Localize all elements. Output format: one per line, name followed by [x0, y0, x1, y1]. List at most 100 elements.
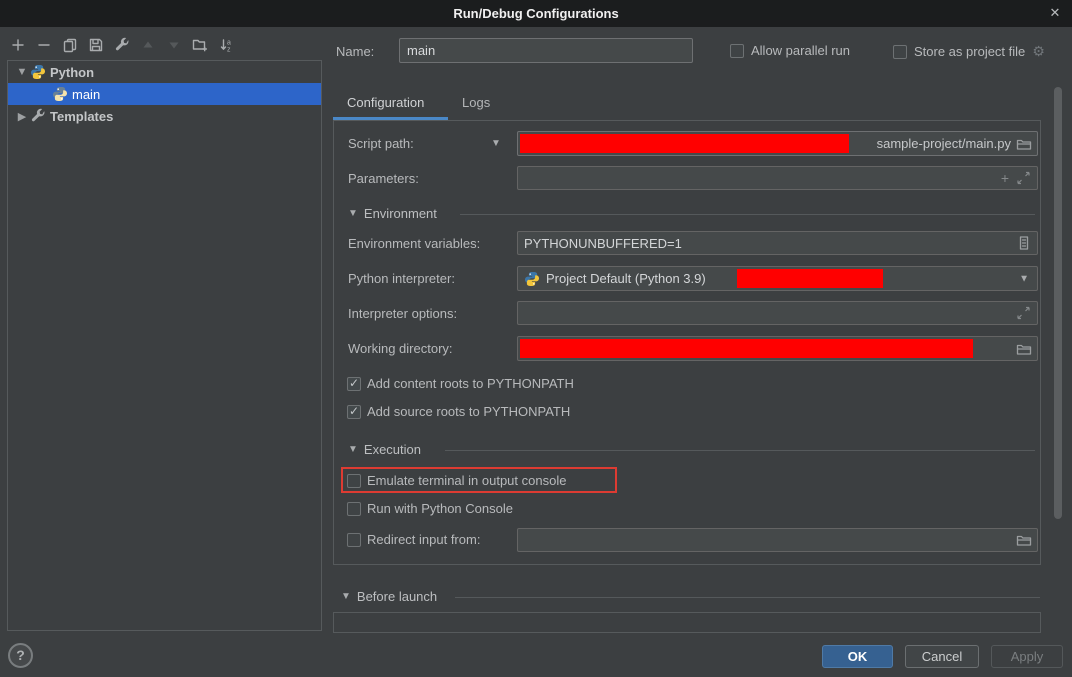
tree-item-main-configuration[interactable]: main — [8, 83, 321, 105]
checkbox-icon[interactable] — [347, 474, 361, 488]
run-with-python-console-label: Run with Python Console — [367, 501, 513, 516]
store-as-project-file-label: Store as project file — [914, 44, 1025, 59]
environment-section-label: Environment — [364, 206, 437, 221]
interpreter-options-input[interactable] — [524, 306, 1031, 321]
redirect-input-field[interactable] — [517, 528, 1038, 552]
before-launch-task-list[interactable] — [333, 612, 1041, 633]
add-content-roots-checkbox[interactable]: Add content roots to PYTHONPATH — [347, 376, 574, 391]
title-bar: Run/Debug Configurations ✕ — [0, 0, 1072, 27]
copy-icon[interactable] — [62, 37, 78, 53]
collapse-triangle-icon[interactable]: ▼ — [348, 444, 358, 455]
collapse-triangle-icon[interactable]: ▼ — [341, 591, 351, 602]
tree-item-label: Templates — [50, 109, 113, 124]
store-as-project-file-checkbox[interactable]: Store as project file ⚙ — [893, 43, 1045, 60]
chevron-down-icon[interactable]: ▼ — [14, 66, 30, 78]
execution-section-label: Execution — [364, 442, 421, 457]
collapse-triangle-icon[interactable]: ▼ — [348, 208, 358, 219]
redaction-box — [520, 134, 849, 153]
python-icon — [30, 64, 46, 80]
section-divider — [455, 597, 1040, 598]
edit-templates-icon[interactable] — [114, 37, 130, 53]
parameters-label: Parameters: — [348, 171, 419, 186]
tree-item-label: main — [72, 87, 100, 102]
redaction-box — [520, 339, 973, 358]
browse-variables-icon[interactable] — [1016, 236, 1031, 251]
python-icon — [52, 86, 68, 102]
python-interpreter-label: Python interpreter: — [348, 271, 455, 286]
vertical-scrollbar-thumb[interactable] — [1054, 87, 1062, 519]
script-path-label: Script path: — [348, 136, 414, 151]
redirect-input-label: Redirect input from: — [367, 532, 480, 547]
chevron-right-icon[interactable]: ▶ — [14, 110, 30, 123]
sort-configurations-icon[interactable]: az — [218, 37, 234, 53]
remove-icon[interactable] — [36, 37, 52, 53]
run-with-python-console-checkbox[interactable]: Run with Python Console — [347, 501, 513, 516]
interpreter-options-label: Interpreter options: — [348, 306, 457, 321]
redirect-input-checkbox[interactable]: Redirect input from: — [347, 532, 480, 547]
add-source-roots-checkbox[interactable]: Add source roots to PYTHONPATH — [347, 404, 570, 419]
tree-item-templates-group[interactable]: ▶ Templates — [8, 105, 321, 127]
working-directory-field[interactable] — [517, 336, 1038, 361]
emulate-terminal-checkbox[interactable]: Emulate terminal in output console — [347, 473, 566, 488]
configurations-toolbar: az — [10, 37, 234, 53]
checkbox-icon[interactable] — [347, 502, 361, 516]
combobox-arrow-icon[interactable]: ▼ — [1019, 273, 1029, 284]
script-path-value: sample-project/main.py — [877, 136, 1011, 151]
tree-item-label: Python — [50, 65, 94, 80]
emulate-terminal-label: Emulate terminal in output console — [367, 473, 566, 488]
execution-section-header[interactable]: ▼ Execution — [348, 442, 421, 457]
allow-parallel-run-label: Allow parallel run — [751, 43, 850, 58]
save-icon[interactable] — [88, 37, 104, 53]
interpreter-options-field[interactable] — [517, 301, 1038, 325]
name-label: Name: — [336, 44, 374, 59]
expand-field-icon[interactable] — [1016, 306, 1031, 321]
environment-section-header[interactable]: ▼ Environment — [348, 206, 437, 221]
dialog-title: Run/Debug Configurations — [453, 6, 618, 21]
python-icon — [524, 271, 540, 287]
cancel-button[interactable]: Cancel — [905, 645, 979, 668]
move-down-icon — [166, 37, 182, 53]
checkbox-icon[interactable] — [893, 45, 907, 59]
script-path-field[interactable]: sample-project/main.py — [517, 131, 1038, 156]
python-interpreter-combobox[interactable]: Project Default (Python 3.9) ▼ — [517, 266, 1038, 291]
browse-folder-icon[interactable] — [1016, 342, 1032, 356]
name-input[interactable] — [399, 38, 693, 63]
parameters-field[interactable]: + — [517, 166, 1038, 190]
apply-button: Apply — [991, 645, 1063, 668]
allow-parallel-run-checkbox[interactable]: Allow parallel run — [730, 43, 850, 58]
expand-field-icon[interactable] — [1016, 171, 1031, 186]
close-icon[interactable]: ✕ — [1046, 4, 1064, 22]
browse-folder-icon[interactable] — [1016, 533, 1032, 547]
gear-icon[interactable]: ⚙ — [1032, 43, 1045, 60]
before-launch-section-label: Before launch — [357, 589, 437, 604]
redirect-input-path-input[interactable] — [524, 533, 1031, 548]
python-interpreter-value: Project Default (Python 3.9) — [546, 271, 706, 286]
add-source-roots-label: Add source roots to PYTHONPATH — [367, 404, 570, 419]
tree-item-python-group[interactable]: ▼ Python — [8, 61, 321, 83]
script-path-caret-down-icon[interactable]: ▼ — [491, 138, 501, 149]
checkbox-icon[interactable] — [347, 533, 361, 547]
working-directory-label: Working directory: — [348, 341, 453, 356]
add-macro-icon[interactable]: + — [1001, 170, 1009, 186]
ok-button[interactable]: OK — [822, 645, 893, 668]
checkbox-checked-icon[interactable] — [347, 405, 361, 419]
checkbox-icon[interactable] — [730, 44, 744, 58]
tab-configuration[interactable]: Configuration — [347, 95, 424, 110]
environment-variables-field[interactable] — [517, 231, 1038, 255]
tab-logs[interactable]: Logs — [462, 95, 490, 110]
add-icon[interactable] — [10, 37, 26, 53]
parameters-input[interactable] — [524, 171, 1031, 186]
svg-text:a: a — [227, 40, 231, 47]
add-content-roots-label: Add content roots to PYTHONPATH — [367, 376, 574, 391]
new-folder-icon[interactable] — [192, 37, 208, 53]
section-divider — [460, 214, 1035, 215]
environment-variables-input[interactable] — [524, 236, 1031, 251]
redaction-box — [737, 269, 883, 288]
checkbox-checked-icon[interactable] — [347, 377, 361, 391]
browse-folder-icon[interactable] — [1016, 137, 1032, 151]
svg-text:z: z — [227, 47, 231, 54]
help-button[interactable]: ? — [8, 643, 33, 668]
environment-variables-label: Environment variables: — [348, 236, 480, 251]
before-launch-section-header[interactable]: ▼ Before launch — [341, 589, 437, 604]
section-divider — [445, 450, 1035, 451]
